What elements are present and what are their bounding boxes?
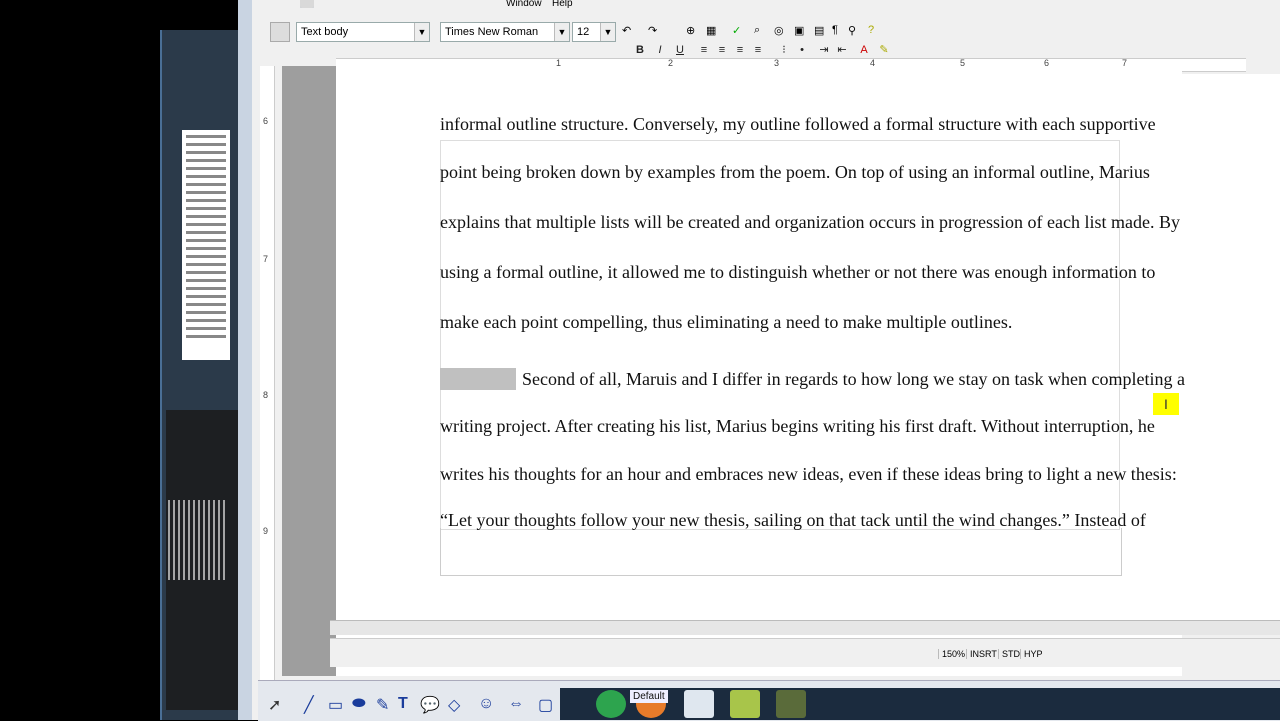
edit-file-icon[interactable] — [300, 0, 314, 8]
justify-icon[interactable]: ≡ — [750, 42, 766, 58]
find-icon[interactable]: ⌕ — [754, 24, 760, 37]
outdent-icon[interactable]: ⇤ — [834, 42, 850, 58]
background-window — [160, 30, 242, 720]
font-size-select[interactable]: 12 ▼ — [572, 22, 616, 42]
chevron-down-icon[interactable]: ▼ — [414, 23, 429, 41]
symbol-shapes-icon[interactable]: ☺ — [478, 695, 494, 713]
document-line: informal outline structure. Conversely, … — [440, 114, 1156, 134]
flowchart-icon[interactable]: ▢ — [538, 695, 553, 715]
document-line: point being broken down by examples from… — [440, 162, 1150, 182]
align-right-icon[interactable]: ≡ — [732, 42, 748, 58]
document-line: using a formal outline, it allowed me to… — [440, 262, 1156, 282]
undo-icon[interactable]: ↶ — [622, 24, 631, 37]
font-name-value: Times New Roman — [445, 26, 539, 38]
paragraph-style-value: Text body — [301, 26, 349, 38]
zoom-icon[interactable]: ⚲ — [848, 24, 856, 37]
menu-window[interactable]: Window — [506, 0, 542, 9]
document-line: writes his thoughts for an hour and embr… — [440, 464, 1177, 484]
bold-button[interactable]: B — [632, 42, 648, 58]
vruler-number: 9 — [263, 526, 269, 536]
document-line: “Let your thoughts follow your new thesi… — [440, 510, 1146, 530]
chrome-icon[interactable] — [596, 690, 626, 718]
block-arrows-icon[interactable]: ⇔ — [508, 695, 524, 713]
hyperlink-mode[interactable]: HYP — [1020, 649, 1046, 659]
text-tool-icon[interactable]: T — [398, 695, 408, 713]
text-cursor-icon: I — [1153, 393, 1179, 415]
help-icon[interactable]: ? — [868, 24, 874, 36]
status-bar: 150% INSRT STD HYP — [330, 638, 1280, 667]
vruler-number: 7 — [263, 254, 269, 264]
notes-icon[interactable] — [730, 690, 760, 718]
font-size-value: 12 — [577, 26, 590, 38]
align-left-icon[interactable]: ≡ — [696, 42, 712, 58]
insert-mode[interactable]: INSRT — [966, 649, 1000, 659]
vruler-number: 8 — [263, 390, 269, 400]
freeform-icon[interactable]: ✎ — [376, 695, 389, 715]
document-line: make each point compelling, thus elimina… — [440, 312, 1013, 332]
recorder-icon[interactable] — [776, 690, 806, 718]
show-draw-functions-icon[interactable]: ✓ — [732, 24, 741, 37]
align-center-icon[interactable]: ≡ — [714, 42, 730, 58]
vruler-number: 6 — [263, 116, 269, 126]
document-thumbnail — [182, 130, 230, 360]
bullets-icon[interactable]: • — [794, 42, 810, 58]
paragraph-style-select[interactable]: Text body ▼ — [296, 22, 430, 42]
highlight-icon[interactable]: ✎ — [876, 42, 892, 58]
font-name-select[interactable]: Times New Roman ▼ — [440, 22, 570, 42]
document-line-text: Second of all, Maruis and I differ in re… — [522, 369, 1186, 389]
menu-help[interactable]: Help — [552, 0, 573, 9]
line-icon[interactable]: ╱ — [304, 695, 314, 715]
font-color-icon[interactable]: A — [856, 42, 872, 58]
italic-button[interactable]: I — [652, 42, 668, 58]
callout-icon[interactable]: 💬 — [420, 695, 440, 715]
indent-icon[interactable]: ⇥ — [816, 42, 832, 58]
tab-indent-marker — [440, 368, 516, 390]
numbering-icon[interactable]: ⁝ — [776, 42, 792, 58]
standard-toolbar-right: ↶ ↷ ⊕ ▦ ✓ ⌕ ◎ ▣ ▤ ¶ ⚲ ? — [622, 24, 922, 40]
taskbar — [560, 688, 1280, 720]
chevron-down-icon[interactable]: ▼ — [554, 23, 569, 41]
writer-taskbar-icon[interactable] — [684, 690, 714, 718]
standard-toolbar — [300, 0, 470, 12]
basic-shapes-icon[interactable]: ◇ — [448, 695, 460, 715]
vertical-ruler[interactable]: 6 7 8 9 — [260, 66, 275, 681]
table-icon[interactable]: ▦ — [706, 24, 716, 37]
audio-waveform — [168, 500, 228, 580]
document-line: Second of all, Maruis and I differ in re… — [440, 368, 1185, 390]
menu-bar: Window Help — [252, 0, 1280, 12]
data-sources-icon[interactable]: ▤ — [814, 24, 824, 37]
page-bottom-boundary — [440, 528, 1122, 576]
formatting-marks-icon[interactable]: ¶ — [832, 24, 838, 36]
redo-icon[interactable]: ↷ — [648, 24, 657, 37]
navigator-icon[interactable]: ◎ — [774, 24, 784, 37]
chevron-down-icon[interactable]: ▼ — [600, 23, 615, 41]
document-line: writing project. After creating his list… — [440, 416, 1155, 436]
hyperlink-icon[interactable]: ⊕ — [686, 24, 695, 37]
horizontal-scrollbar[interactable] — [330, 620, 1280, 635]
zoom-level[interactable]: 150% — [938, 649, 968, 659]
gallery-icon[interactable]: ▣ — [794, 24, 804, 37]
document-line: explains that multiple lists will be cre… — [440, 212, 1180, 232]
underline-button[interactable]: U — [672, 42, 688, 58]
ellipse-icon[interactable]: ⬬ — [352, 695, 366, 713]
styles-icon[interactable] — [270, 22, 290, 42]
default-style-label: Default — [630, 690, 668, 703]
select-arrow-icon[interactable]: ➚ — [268, 695, 281, 715]
rectangle-icon[interactable]: ▭ — [328, 695, 343, 715]
page-margin-area — [1180, 74, 1280, 634]
